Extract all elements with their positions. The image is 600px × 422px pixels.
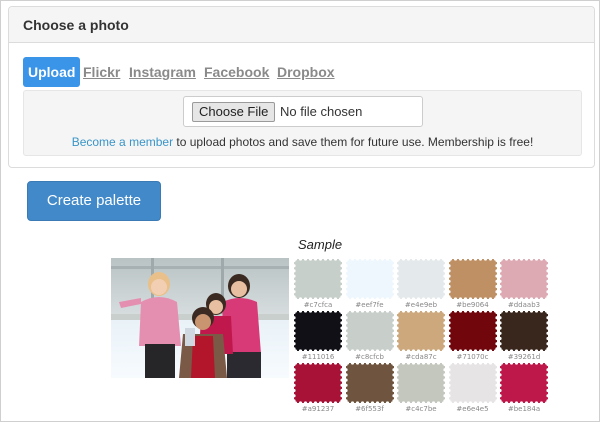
palette-swatch[interactable]: #be184a bbox=[499, 362, 550, 413]
panel-title: Choose a photo bbox=[9, 7, 594, 43]
swatch-hex-label: #c8cfcb bbox=[355, 353, 384, 361]
swatch-scalloped-border bbox=[344, 310, 395, 352]
swatch-scalloped-border bbox=[344, 362, 395, 404]
swatch-hex-label: #be9064 bbox=[456, 301, 489, 309]
swatch-scalloped-border bbox=[396, 362, 446, 404]
palette-swatch[interactable]: #39261d bbox=[499, 310, 550, 361]
palette-swatch[interactable]: #c4c7be bbox=[396, 362, 447, 413]
swatch-hex-label: #eef7fe bbox=[355, 301, 384, 309]
sample-title: Sample bbox=[298, 237, 343, 252]
tab-instagram[interactable]: Instagram bbox=[129, 57, 196, 87]
choose-file-button[interactable]: Choose File bbox=[192, 102, 276, 122]
swatch-scalloped-border bbox=[447, 362, 498, 404]
palette-swatch[interactable]: #eef7fe bbox=[344, 258, 396, 309]
palette-swatch[interactable]: #c8cfcb bbox=[344, 310, 396, 361]
swatch-hex-label: #c7cfca bbox=[303, 301, 333, 309]
swatch-scalloped-border bbox=[293, 258, 343, 300]
become-member-link[interactable]: Become a member bbox=[72, 135, 173, 149]
swatch-hex-label: #e6e4e5 bbox=[456, 405, 489, 413]
file-input[interactable]: Choose File No file chosen bbox=[183, 96, 423, 127]
swatch-hex-label: #ddaab3 bbox=[507, 301, 541, 309]
tab-upload[interactable]: Upload bbox=[23, 57, 81, 87]
file-status: No file chosen bbox=[280, 104, 363, 119]
palette-swatch[interactable]: #ddaab3 bbox=[499, 258, 550, 309]
swatch-scalloped-border bbox=[293, 362, 343, 404]
palette-swatch[interactable]: #e6e4e5 bbox=[447, 362, 499, 413]
swatch-hex-label: #111016 bbox=[301, 353, 335, 361]
swatch-scalloped-border bbox=[499, 362, 549, 404]
swatch-scalloped-border bbox=[499, 310, 549, 352]
swatch-scalloped-border bbox=[447, 258, 498, 300]
swatch-hex-label: #be184a bbox=[507, 405, 541, 413]
swatch-hex-label: #c4c7be bbox=[405, 405, 437, 413]
swatch-hex-label: #6f553f bbox=[355, 405, 384, 413]
swatch-scalloped-border bbox=[499, 258, 549, 300]
palette-swatch[interactable]: #6f553f bbox=[344, 362, 396, 413]
sample-photo bbox=[111, 258, 289, 378]
tab-facebook[interactable]: Facebook bbox=[204, 57, 269, 87]
swatch-scalloped-border bbox=[344, 258, 395, 300]
choose-photo-panel: Choose a photo Upload Flickr Instagram F… bbox=[8, 6, 595, 168]
palette-swatch[interactable]: #c7cfca bbox=[293, 258, 344, 309]
palette-swatch[interactable]: #111016 bbox=[293, 310, 344, 361]
swatch-scalloped-border bbox=[396, 310, 446, 352]
swatch-hex-label: #cda87c bbox=[405, 353, 437, 361]
tab-dropbox[interactable]: Dropbox bbox=[277, 57, 335, 87]
membership-note-text: to upload photos and save them for futur… bbox=[173, 135, 534, 149]
upload-area: Choose File No file chosen Become a memb… bbox=[23, 90, 582, 156]
swatch-hex-label: #e4e9eb bbox=[404, 301, 438, 309]
palette-swatch[interactable]: #a91237 bbox=[293, 362, 344, 413]
create-palette-button[interactable]: Create palette bbox=[27, 181, 161, 221]
membership-note: Become a member to upload photos and sav… bbox=[24, 135, 581, 149]
palette-swatch[interactable]: #e4e9eb bbox=[396, 258, 447, 309]
palette-swatch[interactable]: #71070c bbox=[447, 310, 499, 361]
swatch-scalloped-border bbox=[293, 310, 343, 352]
swatch-scalloped-border bbox=[396, 258, 446, 300]
palette-swatch[interactable]: #be9064 bbox=[447, 258, 499, 309]
swatch-hex-label: #39261d bbox=[507, 353, 541, 361]
tab-flickr[interactable]: Flickr bbox=[83, 57, 120, 87]
swatch-hex-label: #71070c bbox=[456, 353, 489, 361]
swatch-hex-label: #a91237 bbox=[301, 405, 335, 413]
palette-swatch[interactable]: #cda87c bbox=[396, 310, 447, 361]
swatch-scalloped-border bbox=[447, 310, 498, 352]
